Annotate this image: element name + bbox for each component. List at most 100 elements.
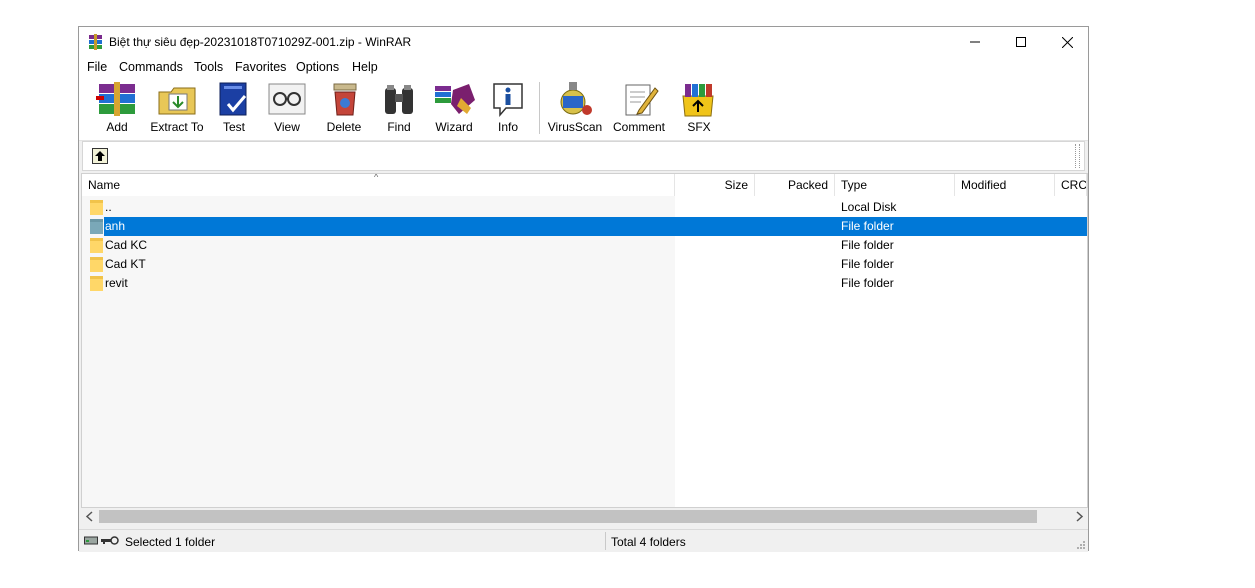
column-name-label: Name [88, 178, 121, 192]
wizard-icon [435, 84, 475, 114]
find-binoculars-icon [385, 85, 413, 114]
horizontal-scrollbar[interactable] [81, 508, 1088, 525]
key-icon[interactable] [101, 536, 119, 545]
toolbar-separator [539, 82, 540, 134]
info-button[interactable]: Info [489, 80, 527, 136]
virusscan-button[interactable]: VirusScan [547, 80, 603, 136]
virus-scan-icon [560, 82, 592, 115]
add-archive-icon [96, 82, 135, 116]
info-icon [493, 83, 523, 118]
folder-icon [90, 276, 103, 291]
resize-grip-icon[interactable] [1076, 540, 1086, 550]
minimize-icon [970, 41, 980, 43]
extract-folder-icon [158, 87, 196, 115]
add-label: Add [106, 120, 128, 134]
wizard-button[interactable]: Wizard [431, 80, 477, 136]
minimize-button[interactable] [952, 27, 998, 57]
view-button[interactable]: View [265, 80, 309, 136]
sort-ascending-icon: ^ [374, 173, 379, 182]
virusscan-label: VirusScan [547, 120, 603, 134]
scroll-right-icon[interactable] [1072, 510, 1086, 523]
list-item[interactable]: anh File folder [82, 217, 1087, 236]
column-packed[interactable]: Packed [755, 174, 835, 196]
up-folder-icon [95, 151, 105, 161]
column-size[interactable]: Size [675, 174, 755, 196]
folder-icon [90, 200, 103, 215]
wizard-label: Wizard [435, 120, 473, 134]
window-title: Biệt thự siêu đẹp-20231018T071029Z-001.z… [109, 35, 412, 49]
column-type[interactable]: Type [835, 174, 955, 196]
maximize-button[interactable] [998, 27, 1044, 57]
winrar-window: Biệt thự siêu đẹp-20231018T071029Z-001.z… [78, 26, 1089, 552]
item-type: File folder [841, 257, 894, 271]
status-bar: Selected 1 folder Total 4 folders [79, 529, 1088, 552]
item-type: File folder [841, 276, 894, 290]
menu-tools[interactable]: Tools [194, 60, 223, 74]
view-glasses-icon [268, 83, 306, 115]
test-button[interactable]: Test [213, 80, 255, 136]
winrar-books-icon [89, 34, 102, 50]
find-button[interactable]: Find [377, 80, 421, 136]
item-type: File folder [841, 238, 894, 252]
column-size-label: Size [724, 178, 748, 192]
item-name: .. [105, 200, 112, 214]
title-bar[interactable]: Biệt thự siêu đẹp-20231018T071029Z-001.z… [79, 27, 1088, 57]
status-selection: Selected 1 folder [125, 535, 216, 549]
item-name: Cad KT [105, 257, 146, 271]
folder-icon [90, 257, 103, 272]
menu-commands[interactable]: Commands [119, 60, 183, 74]
item-name: Cad KC [105, 238, 148, 252]
toolbar: Add Extract To Test View Delete Find Wiz… [79, 77, 1088, 141]
address-bar [82, 141, 1085, 171]
status-separator [605, 532, 606, 550]
menu-favorites[interactable]: Favorites [235, 60, 286, 74]
close-icon [1061, 36, 1073, 48]
menu-options[interactable]: Options [296, 60, 339, 74]
list-item[interactable]: revit File folder [82, 274, 1087, 293]
item-type: File folder [841, 219, 894, 233]
folder-icon [90, 219, 103, 234]
test-book-icon [219, 82, 247, 116]
view-label: View [274, 120, 300, 134]
delete-bin-icon [333, 83, 357, 116]
list-item[interactable]: Cad KT File folder [82, 255, 1087, 274]
maximize-icon [1016, 37, 1026, 47]
menu-bar: File Commands Tools Favorites Options He… [79, 57, 1088, 77]
column-modified-label: Modified [961, 178, 1007, 192]
extract-to-label: Extract To [150, 120, 204, 134]
item-name: revit [105, 276, 128, 290]
sfx-icon [682, 84, 714, 117]
column-crc-label: CRC32 [1061, 178, 1087, 192]
menu-help[interactable]: Help [352, 60, 378, 74]
status-total: Total 4 folders [611, 535, 686, 549]
column-type-label: Type [841, 178, 868, 192]
comment-pen-icon [625, 84, 659, 116]
selection-highlight [104, 217, 1087, 236]
sfx-label: SFX [687, 120, 711, 134]
drive-icon[interactable] [84, 535, 98, 546]
sfx-button[interactable]: SFX [679, 80, 719, 136]
list-item[interactable]: Cad KC File folder [82, 236, 1087, 255]
list-header: Name ^ Size Packed Type Modified CRC32 [82, 174, 1087, 196]
comment-button[interactable]: Comment [609, 80, 669, 136]
add-button[interactable]: Add [91, 80, 143, 136]
delete-button[interactable]: Delete [321, 80, 367, 136]
scrollbar-thumb[interactable] [99, 510, 1037, 523]
delete-label: Delete [326, 120, 362, 134]
column-name[interactable]: Name [82, 174, 675, 196]
menu-file[interactable]: File [87, 60, 107, 74]
scroll-left-icon[interactable] [83, 510, 97, 523]
list-item[interactable]: .. Local Disk [82, 198, 1087, 217]
address-bar-grip[interactable] [1075, 144, 1080, 168]
up-folder-button[interactable] [92, 148, 108, 164]
item-type: Local Disk [841, 200, 897, 214]
column-modified[interactable]: Modified [955, 174, 1055, 196]
file-list: Name ^ Size Packed Type Modified CRC32 .… [81, 173, 1088, 508]
test-label: Test [222, 120, 245, 134]
column-crc[interactable]: CRC32 [1055, 174, 1087, 196]
info-label: Info [497, 120, 518, 134]
column-packed-label: Packed [787, 178, 828, 192]
extract-to-button[interactable]: Extract To [147, 80, 207, 136]
comment-label: Comment [612, 120, 665, 134]
close-button[interactable] [1044, 27, 1090, 57]
